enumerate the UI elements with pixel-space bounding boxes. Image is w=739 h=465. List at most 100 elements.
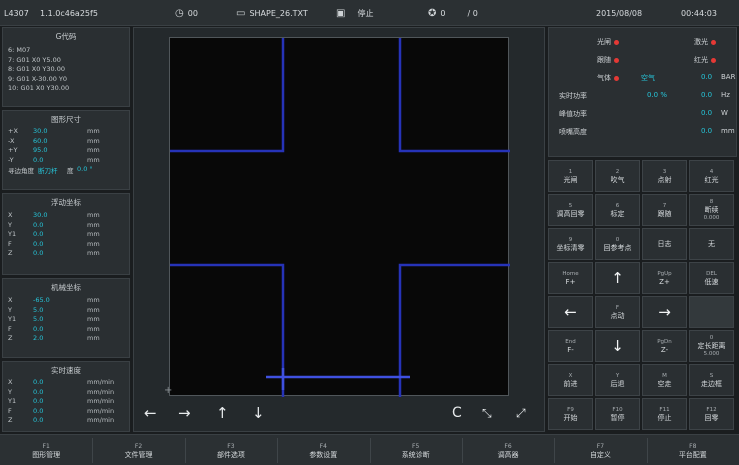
key-Home-button[interactable]: Home F+ bbox=[548, 262, 593, 294]
monitor-icon: ▣ bbox=[336, 7, 346, 19]
key-label: 停止 bbox=[657, 414, 672, 422]
key-6-button[interactable]: 6 标定 bbox=[595, 194, 640, 226]
pan-left-button[interactable]: ← bbox=[144, 406, 157, 421]
function-key-label: 部件选项 bbox=[216, 450, 245, 459]
key-9-button[interactable]: 9 坐标清零 bbox=[548, 228, 593, 260]
file-name[interactable]: ▭ SHAPE_26.TXT bbox=[236, 0, 308, 26]
gauge-icon: ◷ bbox=[175, 7, 184, 19]
function-key-number: F4 bbox=[319, 442, 327, 450]
function-key-f2[interactable]: F2 文件管理 bbox=[92, 435, 184, 465]
key-PgUp-button[interactable]: PgUp Z+ bbox=[642, 262, 687, 294]
key-F9-button[interactable]: F9 开始 bbox=[548, 398, 593, 430]
drawing-area[interactable]: + ← → ↑ ↓ C ⤡ ⤢ bbox=[133, 27, 545, 432]
shape-size-row: -Y 0.0 mm bbox=[3, 156, 129, 166]
key-5-button[interactable]: 5 调高回零 bbox=[548, 194, 593, 226]
shape-size-row-value: 60.0 bbox=[33, 136, 48, 145]
function-key-f7[interactable]: F7 自定义 bbox=[554, 435, 646, 465]
function-key-f6[interactable]: F6 调高器 bbox=[462, 435, 554, 465]
function-key-f1[interactable]: F1 图形管理 bbox=[0, 435, 92, 465]
key-number: 0 bbox=[615, 237, 620, 243]
machine-coord-row-unit: mm bbox=[87, 324, 100, 333]
machine-coord-row-axis: Z bbox=[8, 334, 13, 342]
key-number: M bbox=[662, 373, 667, 379]
key-0-button[interactable]: 0 回参考点 bbox=[595, 228, 640, 260]
power-value: 0.0 % bbox=[647, 91, 668, 99]
key-number: 9 bbox=[568, 237, 573, 243]
key-Y-button[interactable]: Y 后退 bbox=[595, 364, 640, 396]
function-key-f4[interactable]: F4 参数设置 bbox=[277, 435, 369, 465]
speed-row-unit: mm/min bbox=[87, 416, 115, 424]
key-2-button[interactable]: 2 吹气 bbox=[595, 160, 640, 192]
function-key-divider bbox=[369, 438, 371, 463]
part-preview[interactable] bbox=[169, 37, 510, 397]
key-0-button[interactable]: 0 定长距离 5.000 bbox=[689, 330, 734, 362]
path-bottom-right bbox=[398, 263, 510, 397]
speed-row: Y 0.0 mm/min bbox=[3, 388, 129, 398]
float-coord-row-axis: Y1 bbox=[8, 230, 17, 238]
gcode-line: 9: G01 X-30.00 Y0 bbox=[8, 74, 68, 83]
key-F11-button[interactable]: F11 停止 bbox=[642, 398, 687, 430]
function-key-f3[interactable]: F3 部件选项 bbox=[185, 435, 277, 465]
key-number: 5 bbox=[568, 203, 573, 209]
float-coord-row: Y1 0.0 mm bbox=[3, 230, 129, 240]
speed-row-value: 0.0 bbox=[33, 378, 44, 386]
key-number: PgDn bbox=[657, 339, 672, 345]
machine-coord-row-value: 5.0 bbox=[33, 305, 44, 314]
function-key-number: F8 bbox=[689, 442, 697, 450]
function-key-divider bbox=[554, 438, 556, 463]
speed-row-axis: Y bbox=[8, 387, 12, 396]
speed-row: Z 0.0 mm/min bbox=[3, 416, 129, 426]
key-X-button[interactable]: X 前进 bbox=[548, 364, 593, 396]
float-coord-panel: 浮动坐标 X 30.0 mm Y 0.0 mm Y1 0.0 mm F 0.0 mm Z 0.0 mm bbox=[2, 193, 130, 275]
jog-up-button[interactable]: ↑ bbox=[595, 262, 640, 294]
key-label: Z- bbox=[660, 346, 669, 354]
key-7-button[interactable]: 7 跟随 bbox=[642, 194, 687, 226]
key-F-button[interactable]: F 点动 bbox=[595, 296, 640, 328]
zoom-in-button[interactable]: ⤡ bbox=[482, 406, 492, 421]
function-key-f8[interactable]: F8 平台配置 bbox=[647, 435, 739, 465]
height-label: 喷嘴高度 bbox=[559, 128, 587, 136]
key-DEL-button[interactable]: DEL 低速 bbox=[689, 262, 734, 294]
function-key-label: 自定义 bbox=[589, 450, 611, 459]
pan-up-button[interactable]: ↑ bbox=[216, 406, 229, 421]
pan-down-button[interactable]: ↓ bbox=[252, 406, 265, 421]
piece-count: ✪ 0/ 0 bbox=[428, 7, 478, 19]
key-number: 7 bbox=[662, 203, 667, 209]
key-label: 走边框 bbox=[701, 380, 722, 388]
edge-link[interactable]: 断刀杆 bbox=[38, 165, 58, 175]
key-M-button[interactable]: M 空走 bbox=[642, 364, 687, 396]
key-S-button[interactable]: S 走边框 bbox=[689, 364, 734, 396]
date: 2015/08/08 bbox=[596, 8, 643, 18]
key-1-button[interactable]: 1 光闸 bbox=[548, 160, 593, 192]
key-number: 4 bbox=[709, 169, 714, 175]
path-top-left bbox=[170, 38, 285, 153]
float-coord-row-unit: mm bbox=[87, 230, 100, 238]
key-3-button[interactable]: 3 点射 bbox=[642, 160, 687, 192]
edge-angle-value: 0.0 ° bbox=[77, 165, 93, 173]
key-label: F+ bbox=[565, 278, 576, 286]
shape-size-row-unit: mm bbox=[87, 146, 100, 154]
pan-right-button[interactable]: → bbox=[178, 406, 191, 421]
jog-down-button[interactable]: ↓ bbox=[595, 330, 640, 362]
key-PgDn-button[interactable]: PgDn Z- bbox=[642, 330, 687, 362]
zoom-out-button[interactable]: ⤢ bbox=[516, 406, 526, 421]
machine-id: L4307 bbox=[4, 8, 29, 18]
key-label: 回参考点 bbox=[603, 244, 632, 252]
jog-left-button[interactable]: ← bbox=[548, 296, 593, 328]
refresh-button[interactable]: C bbox=[452, 406, 462, 421]
key-8-button[interactable]: 8 断续 0.000 bbox=[689, 194, 734, 226]
key-F12-button[interactable]: F12 回零 bbox=[689, 398, 734, 430]
jog-right-button[interactable]: → bbox=[642, 296, 687, 328]
key-End-button[interactable]: End F- bbox=[548, 330, 593, 362]
key-4-button[interactable]: 4 红光 bbox=[689, 160, 734, 192]
key-fn-button[interactable]: 日志 bbox=[642, 228, 687, 260]
key-F10-button[interactable]: F10 暂停 bbox=[595, 398, 640, 430]
key-label: 光闸 bbox=[563, 176, 578, 184]
key-fn-button[interactable]: 无 bbox=[689, 228, 734, 260]
peak-value: 0.0 bbox=[701, 109, 713, 117]
laser-status-icon bbox=[711, 39, 716, 45]
function-key-f5[interactable]: F5 系统诊断 bbox=[370, 435, 462, 465]
function-key-divider bbox=[184, 438, 186, 463]
function-key-divider bbox=[277, 438, 279, 463]
follow-indicator: 跟随 bbox=[597, 55, 619, 65]
